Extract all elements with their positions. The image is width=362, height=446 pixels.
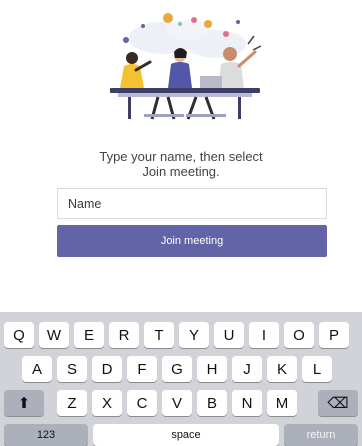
key-x[interactable]: X [92, 390, 122, 416]
space-key[interactable]: space [93, 424, 279, 446]
key-h[interactable]: H [197, 356, 227, 382]
shift-icon: ⬆ [17, 395, 31, 412]
key-j[interactable]: J [232, 356, 262, 382]
return-key[interactable]: return [284, 424, 358, 446]
join-meeting-label: Join meeting [160, 235, 224, 247]
key-r[interactable]: R [109, 322, 139, 348]
delete-key[interactable]: ⌫ [318, 390, 358, 416]
key-n[interactable]: N [232, 390, 262, 416]
key-m[interactable]: M [267, 390, 297, 416]
key-q[interactable]: Q [4, 322, 34, 348]
key-e[interactable]: E [74, 322, 104, 348]
instruction-line-1: Type your name, then select [99, 149, 263, 164]
join-meeting-screen: Type your name, then select Join meeting… [0, 0, 362, 446]
key-b[interactable]: B [197, 390, 227, 416]
key-w[interactable]: W [39, 322, 69, 348]
backspace-icon: ⌫ [327, 395, 349, 412]
key-v[interactable]: V [162, 390, 192, 416]
instruction-text: Type your name, then select Join meeting… [40, 149, 322, 179]
instruction-line-2: Join meeting. [142, 164, 220, 179]
key-u[interactable]: U [214, 322, 244, 348]
key-f[interactable]: F [127, 356, 157, 382]
key-y[interactable]: Y [179, 322, 209, 348]
key-k[interactable]: K [267, 356, 297, 382]
name-input[interactable] [57, 188, 327, 219]
onscreen-keyboard: Q W E R T Y U I O P A S D F G H J K L ⬆ … [0, 312, 362, 446]
key-o[interactable]: O [284, 322, 314, 348]
key-c[interactable]: C [127, 390, 157, 416]
join-meeting-button[interactable]: Join meeting [57, 225, 327, 257]
key-l[interactable]: L [302, 356, 332, 382]
key-t[interactable]: T [144, 322, 174, 348]
key-i[interactable]: I [249, 322, 279, 348]
key-p[interactable]: P [319, 322, 349, 348]
key-z[interactable]: Z [57, 390, 87, 416]
key-d[interactable]: D [92, 356, 122, 382]
numbers-key[interactable]: 123 [4, 424, 88, 446]
key-a[interactable]: A [22, 356, 52, 382]
meeting-illustration [110, 13, 262, 120]
key-s[interactable]: S [57, 356, 87, 382]
key-g[interactable]: G [162, 356, 192, 382]
shift-key[interactable]: ⬆ [4, 390, 44, 416]
